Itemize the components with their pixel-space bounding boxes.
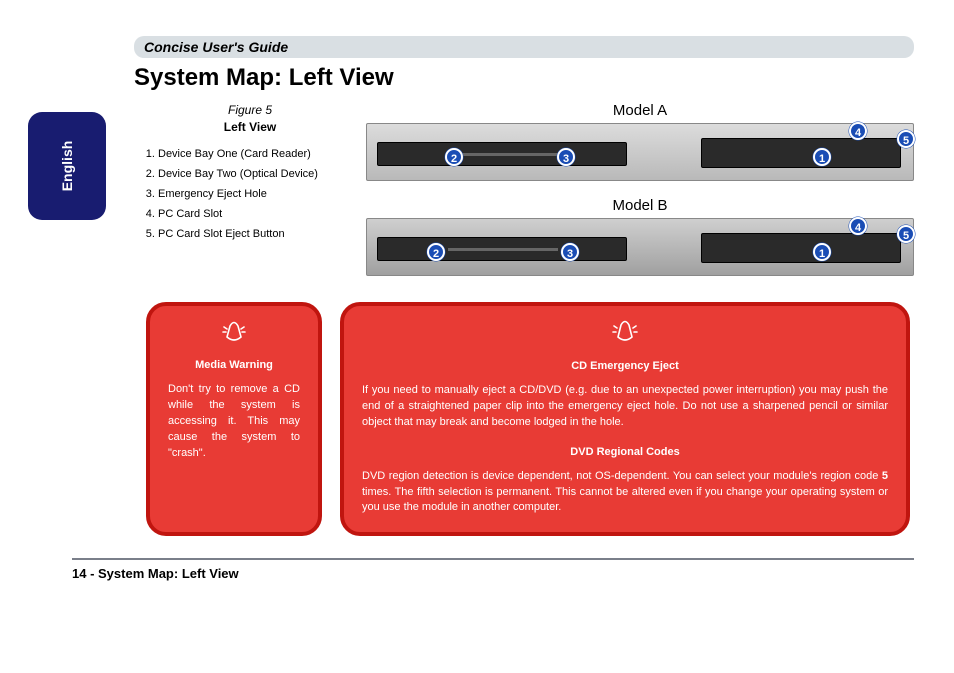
- header-bar: Concise User's Guide: [134, 36, 914, 58]
- card-slot-icon: [701, 138, 901, 168]
- media-warning-title: Media Warning: [168, 358, 300, 374]
- callout-2-icon: 2: [445, 148, 463, 166]
- legend-item: PC Card Slot Eject Button: [158, 227, 366, 243]
- model-a-device: 2 3 1 4 5: [366, 123, 914, 181]
- footer-rule: [72, 558, 914, 560]
- callout-3-icon: 3: [561, 243, 579, 261]
- legend-item: Device Bay Two (Optical Device): [158, 167, 366, 183]
- footer-text: 14 - System Map: Left View: [72, 566, 914, 581]
- content-row: Figure 5 Left View Device Bay One (Card …: [36, 102, 914, 292]
- dvd-codes-body-b: times. The fifth selection is permanent.…: [362, 486, 888, 514]
- warnings-row: Media Warning Don't try to remove a CD w…: [36, 302, 914, 536]
- legend-item: Device Bay One (Card Reader): [158, 147, 366, 163]
- dvd-codes-body: DVD region detection is device dependent…: [362, 469, 888, 517]
- callout-1-icon: 1: [813, 243, 831, 261]
- model-b-label: Model B: [366, 197, 914, 214]
- footer-title: System Map: Left View: [98, 566, 239, 581]
- callout-4-icon: 4: [849, 122, 867, 140]
- media-warning-body: Don't try to remove a CD while the syste…: [168, 382, 300, 462]
- callout-2-icon: 2: [427, 243, 445, 261]
- dvd-codes-bold: 5: [882, 470, 888, 482]
- callout-1-icon: 1: [813, 148, 831, 166]
- eject-warning-title: CD Emergency Eject: [362, 359, 888, 375]
- callout-5-icon: 5: [897, 225, 915, 243]
- legend-item: Emergency Eject Hole: [158, 187, 366, 203]
- card-slot-icon: [701, 233, 901, 263]
- model-b-block: Model B 2 3 1 4 5: [366, 197, 914, 276]
- callout-5-icon: 5: [897, 130, 915, 148]
- warning-icon: [362, 320, 888, 353]
- eject-warning-body: If you need to manually eject a CD/DVD (…: [362, 383, 888, 431]
- figure-subcaption: Left View: [134, 119, 366, 136]
- footer-page-number: 14 -: [72, 566, 98, 581]
- callout-4-icon: 4: [849, 217, 867, 235]
- header-title: Concise User's Guide: [144, 39, 288, 55]
- legend-column: Figure 5 Left View Device Bay One (Card …: [134, 102, 366, 246]
- dvd-codes-body-a: DVD region detection is device dependent…: [362, 470, 882, 482]
- optical-drive-icon: [377, 237, 627, 261]
- page-title: System Map: Left View: [134, 64, 914, 92]
- legend-item: PC Card Slot: [158, 207, 366, 223]
- legend-list: Device Bay One (Card Reader) Device Bay …: [144, 147, 366, 243]
- language-label: English: [59, 141, 75, 192]
- warning-icon: [168, 320, 300, 352]
- model-b-device: 2 3 1 4 5: [366, 218, 914, 276]
- callout-3-icon: 3: [557, 148, 575, 166]
- diagrams-column: Model A 2 3 1 4 5 Model B 2 3 1 4 5: [366, 102, 914, 292]
- figure-caption: Figure 5: [134, 102, 366, 119]
- eject-warning-box: CD Emergency Eject If you need to manual…: [340, 302, 910, 536]
- model-a-block: Model A 2 3 1 4 5: [366, 102, 914, 181]
- model-a-label: Model A: [366, 102, 914, 119]
- dvd-codes-title: DVD Regional Codes: [362, 445, 888, 461]
- media-warning-box: Media Warning Don't try to remove a CD w…: [146, 302, 322, 536]
- optical-drive-icon: [377, 142, 627, 166]
- language-tab: English: [28, 112, 106, 220]
